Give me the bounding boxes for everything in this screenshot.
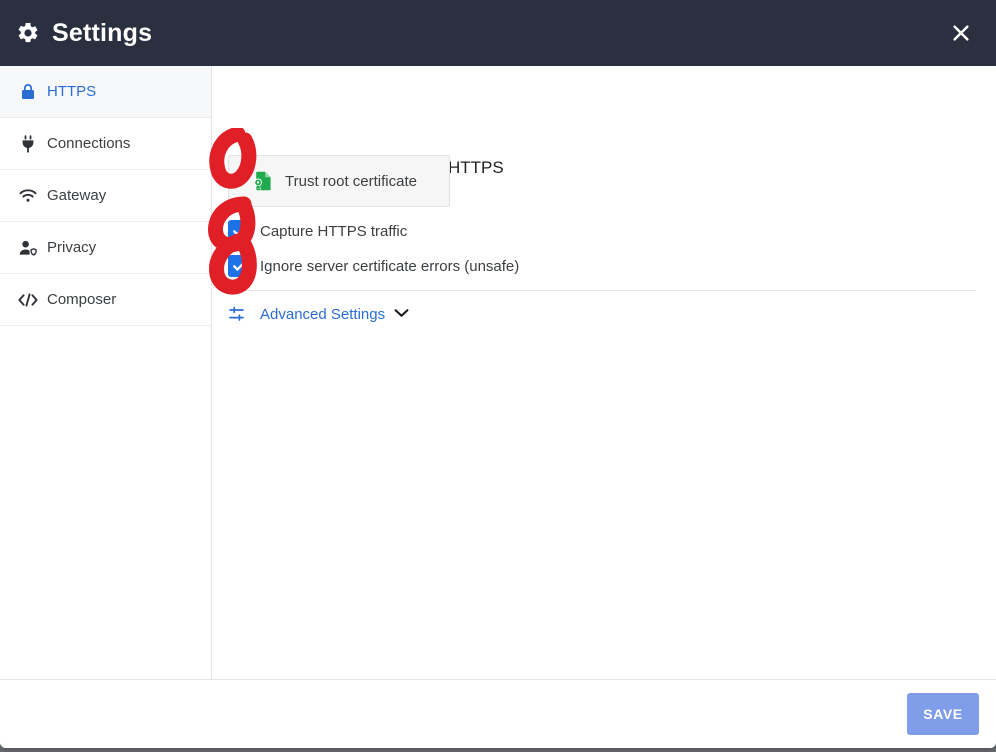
wifi-icon bbox=[17, 189, 39, 203]
sidebar-item-label: Connections bbox=[47, 136, 130, 151]
trust-root-certificate-button[interactable]: Trust root certificate bbox=[228, 155, 450, 207]
capture-https-traffic-label: Capture HTTPS traffic bbox=[260, 224, 407, 239]
dialog-title: Settings bbox=[52, 21, 152, 46]
settings-content-panel: HTTPS Trust root c bbox=[212, 66, 996, 679]
capture-https-traffic-row[interactable]: Capture HTTPS traffic bbox=[228, 220, 407, 242]
sidebar-item-label: HTTPS bbox=[47, 84, 96, 99]
page-title: HTTPS bbox=[448, 159, 504, 176]
chevron-down-icon[interactable] bbox=[394, 305, 409, 323]
dialog-body: HTTPS Connections Gate bbox=[0, 66, 996, 680]
save-button[interactable]: SAVE bbox=[907, 693, 979, 735]
sidebar-item-gateway[interactable]: Gateway bbox=[0, 170, 211, 222]
sidebar-item-label: Gateway bbox=[47, 188, 106, 203]
sidebar-item-label: Composer bbox=[47, 292, 116, 307]
dialog-titlebar: Settings bbox=[0, 0, 996, 66]
code-icon bbox=[17, 293, 39, 307]
content-inner: HTTPS Trust root c bbox=[212, 66, 996, 679]
close-icon[interactable] bbox=[944, 16, 978, 50]
sliders-icon bbox=[228, 304, 248, 324]
sidebar-item-privacy[interactable]: Privacy bbox=[0, 222, 211, 274]
sidebar-item-label: Privacy bbox=[47, 240, 96, 255]
plug-icon bbox=[17, 135, 39, 153]
advanced-settings-label: Advanced Settings bbox=[260, 307, 385, 322]
privacy-icon bbox=[17, 240, 39, 256]
ignore-certificate-errors-checkbox[interactable] bbox=[228, 255, 250, 277]
settings-sidebar: HTTPS Connections Gate bbox=[0, 66, 212, 679]
dialog-footer: SAVE bbox=[0, 680, 996, 748]
lock-icon bbox=[17, 83, 39, 101]
content-divider bbox=[228, 290, 976, 291]
sidebar-item-composer[interactable]: Composer bbox=[0, 274, 211, 326]
sidebar-item-https[interactable]: HTTPS bbox=[0, 66, 211, 118]
trust-root-certificate-label: Trust root certificate bbox=[285, 174, 417, 189]
ignore-certificate-errors-row[interactable]: Ignore server certificate errors (unsafe… bbox=[228, 255, 519, 277]
advanced-settings-toggle[interactable]: Advanced Settings bbox=[228, 304, 409, 324]
capture-https-traffic-checkbox[interactable] bbox=[228, 220, 250, 242]
certificate-icon bbox=[251, 170, 273, 192]
gear-icon bbox=[16, 21, 40, 45]
settings-dialog: Settings HTTPS bbox=[0, 0, 996, 748]
ignore-certificate-errors-label: Ignore server certificate errors (unsafe… bbox=[260, 259, 519, 274]
sidebar-item-connections[interactable]: Connections bbox=[0, 118, 211, 170]
red-check-annotation-checkboxes bbox=[204, 196, 284, 309]
